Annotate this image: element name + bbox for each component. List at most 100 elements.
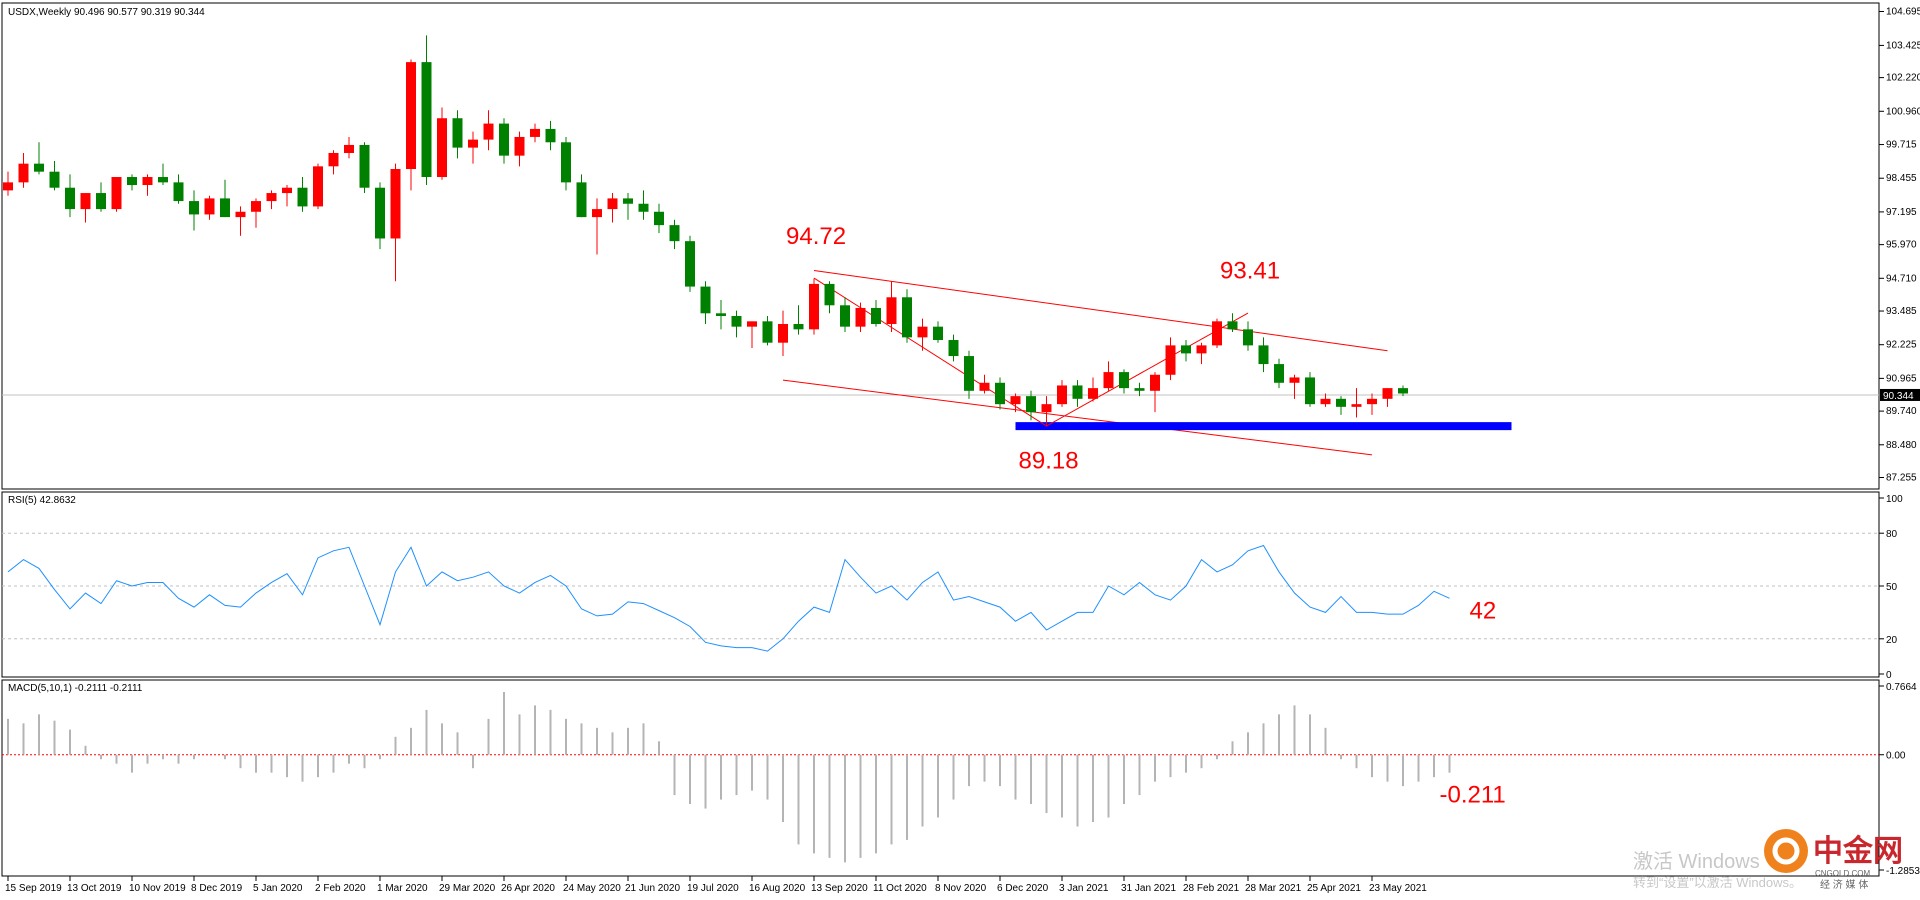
channel-line bbox=[813, 270, 1388, 352]
candle-bull bbox=[142, 177, 153, 186]
candle-bear bbox=[948, 340, 959, 357]
candle-bear bbox=[421, 62, 432, 178]
price-annotation: 93.41 bbox=[1220, 258, 1280, 285]
ohlc-label: 90.496 90.577 90.319 90.344 bbox=[74, 7, 205, 18]
candle-bear bbox=[871, 307, 881, 324]
candle-bear bbox=[685, 241, 695, 287]
price-tick-label: 95.970 bbox=[1886, 240, 1917, 251]
macd-pane bbox=[1, 679, 1880, 877]
candle-bull bbox=[1057, 385, 1067, 405]
candle-bull bbox=[979, 382, 990, 391]
candle-bull bbox=[809, 283, 819, 330]
candle-bear bbox=[1398, 388, 1408, 394]
time-tick-label: 6 Dec 2020 bbox=[997, 883, 1049, 894]
candle-bear bbox=[1336, 398, 1346, 407]
time-tick-label: 24 May 2020 bbox=[563, 883, 621, 894]
candle-bull bbox=[18, 163, 29, 183]
candle-bull bbox=[1212, 321, 1222, 346]
candle-bull bbox=[437, 118, 447, 178]
candle-bull bbox=[778, 323, 788, 343]
candle-bull bbox=[3, 182, 13, 191]
candle-bear bbox=[793, 323, 804, 330]
price-tick-label: 92.225 bbox=[1886, 340, 1917, 351]
candle-bull bbox=[328, 152, 339, 167]
rsi-tick-label: 100 bbox=[1886, 494, 1903, 505]
candle-bear bbox=[731, 315, 742, 327]
candle-bull bbox=[1289, 377, 1300, 383]
brand-name: 中金网 bbox=[1813, 834, 1903, 868]
candle-bear bbox=[1119, 372, 1129, 389]
price-tick-label: 87.255 bbox=[1886, 473, 1917, 484]
candle-bull bbox=[1367, 398, 1377, 405]
candle-bear bbox=[49, 171, 60, 188]
macd-label: MACD(5,10,1) -0.2111 -0.2111 bbox=[8, 683, 143, 694]
candle-bear bbox=[840, 305, 850, 327]
candle-bear bbox=[1026, 396, 1036, 413]
candle-bull bbox=[313, 166, 323, 207]
time-tick-label: 23 May 2021 bbox=[1369, 883, 1427, 894]
macd-tick-label: 0.7664 bbox=[1886, 682, 1917, 693]
candle-bear bbox=[623, 198, 633, 204]
time-tick-label: 19 Jul 2020 bbox=[687, 883, 739, 894]
macd-annotation: -0.211 bbox=[1440, 782, 1506, 809]
candle-bull bbox=[282, 187, 292, 194]
price-tick-label: 104.695 bbox=[1886, 6, 1920, 17]
candle-bull bbox=[1150, 374, 1160, 391]
time-tick-label: 10 Nov 2019 bbox=[129, 883, 186, 894]
rsi-tick-label: 20 bbox=[1886, 635, 1898, 646]
candle-bull bbox=[406, 62, 416, 170]
candle-bull bbox=[1103, 372, 1114, 389]
candle-bull bbox=[204, 198, 215, 215]
time-tick-label: 8 Dec 2019 bbox=[191, 883, 243, 894]
time-tick-label: 28 Feb 2021 bbox=[1183, 883, 1240, 894]
candle-bull bbox=[235, 211, 246, 218]
time-tick-label: 3 Jan 2021 bbox=[1059, 883, 1109, 894]
time-tick-label: 16 Aug 2020 bbox=[749, 883, 806, 894]
brand-logo-icon bbox=[1764, 829, 1808, 873]
candle-bear bbox=[96, 193, 106, 210]
price-pane bbox=[1, 2, 1880, 490]
candle-bull bbox=[266, 193, 277, 202]
time-tick-label: 15 Sep 2019 bbox=[5, 883, 62, 894]
candle-bear bbox=[127, 177, 137, 186]
time-tick-label: 28 Mar 2021 bbox=[1245, 883, 1302, 894]
price-tick-label: 93.485 bbox=[1886, 306, 1917, 317]
candle-bear bbox=[762, 321, 773, 343]
rsi-tick-label: 80 bbox=[1886, 529, 1898, 540]
candle-bear bbox=[669, 225, 680, 242]
candle-bull bbox=[747, 321, 757, 327]
candle-bull bbox=[344, 144, 354, 153]
time-tick-label: 13 Sep 2020 bbox=[811, 883, 868, 894]
rsi-tick-label: 0 bbox=[1886, 670, 1892, 681]
time-tick-label: 5 Jan 2020 bbox=[253, 883, 303, 894]
price-tick-label: 90.965 bbox=[1886, 373, 1917, 384]
rsi-layer: 100 80 50 20 0 42 bbox=[2, 494, 1903, 681]
candle-bull bbox=[390, 169, 401, 239]
candle-bull bbox=[514, 136, 525, 156]
candle-bull bbox=[592, 209, 602, 218]
price-tick-label: 102.220 bbox=[1886, 73, 1920, 84]
candle-bear bbox=[1243, 329, 1253, 346]
current-price-label: 90.344 bbox=[1883, 391, 1914, 402]
candle-bear bbox=[654, 211, 664, 226]
rsi-tick-label: 50 bbox=[1886, 582, 1898, 593]
time-tick-label: 26 Apr 2020 bbox=[501, 883, 555, 894]
time-tick-label: 21 Jun 2020 bbox=[625, 883, 680, 894]
candle-bull bbox=[1196, 345, 1207, 354]
candle-bull bbox=[917, 326, 928, 338]
candle-bear bbox=[499, 123, 509, 156]
candle-bull bbox=[111, 177, 122, 210]
candle-bull bbox=[483, 123, 494, 140]
rsi-label: RSI(5) 42.8632 bbox=[8, 495, 76, 506]
candle-bear bbox=[716, 313, 726, 316]
candles bbox=[3, 35, 1408, 426]
macd-tick-label: 0.00 bbox=[1886, 751, 1906, 762]
candle-bear bbox=[1274, 364, 1284, 383]
candle-bear bbox=[1258, 345, 1269, 365]
windows-activate-sub: 转到“设置”以激活 Windows。 bbox=[1633, 875, 1802, 890]
price-tick-label: 100.960 bbox=[1886, 106, 1920, 117]
candle-bull bbox=[251, 201, 261, 212]
brand-sub: 经 济 媒 体 bbox=[1820, 878, 1868, 891]
candle-bear bbox=[65, 187, 75, 210]
candle-bear bbox=[189, 201, 199, 215]
